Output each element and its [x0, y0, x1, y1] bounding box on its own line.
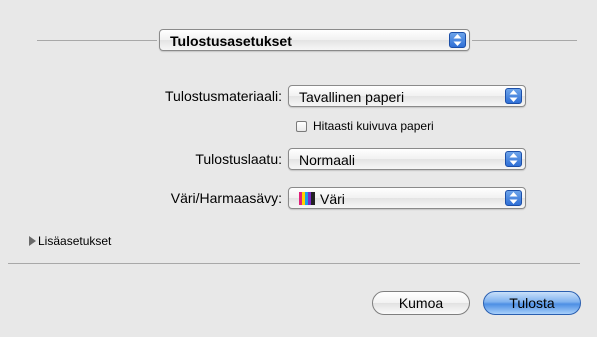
up-down-arrows-icon: [505, 88, 522, 104]
quality-popup[interactable]: Normaali: [288, 148, 526, 170]
disclosure-triangle-right-icon[interactable]: [29, 236, 37, 246]
slow-dry-label[interactable]: Hitaasti kuivuva paperi: [313, 119, 434, 133]
color-label: Väri/Harmaasävy:: [170, 190, 282, 206]
cancel-button[interactable]: Kumoa: [372, 291, 470, 315]
quality-label: Tulostuslaatu:: [195, 151, 282, 167]
color-popup[interactable]: Väri: [288, 187, 526, 209]
preset-popup[interactable]: Tulostusasetukset: [159, 29, 470, 51]
top-divider-right: [472, 40, 577, 41]
color-popup-value: Väri: [320, 191, 345, 207]
print-button[interactable]: Tulosta: [483, 291, 581, 315]
bottom-divider: [8, 263, 580, 264]
top-divider-left: [37, 40, 157, 41]
up-down-arrows-icon: [505, 190, 522, 206]
advanced-settings-toggle[interactable]: Lisäasetukset: [38, 234, 111, 248]
up-down-arrows-icon: [505, 151, 522, 167]
media-popup-value: Tavallinen paperi: [299, 89, 405, 105]
media-popup[interactable]: Tavallinen paperi: [288, 85, 526, 107]
media-label: Tulostusmateriaali:: [165, 88, 282, 104]
up-down-arrows-icon: [449, 32, 466, 48]
preset-popup-value: Tulostusasetukset: [170, 33, 292, 49]
slow-dry-checkbox[interactable]: [296, 121, 307, 132]
color-bars-icon: [299, 192, 315, 205]
quality-popup-value: Normaali: [299, 152, 356, 168]
